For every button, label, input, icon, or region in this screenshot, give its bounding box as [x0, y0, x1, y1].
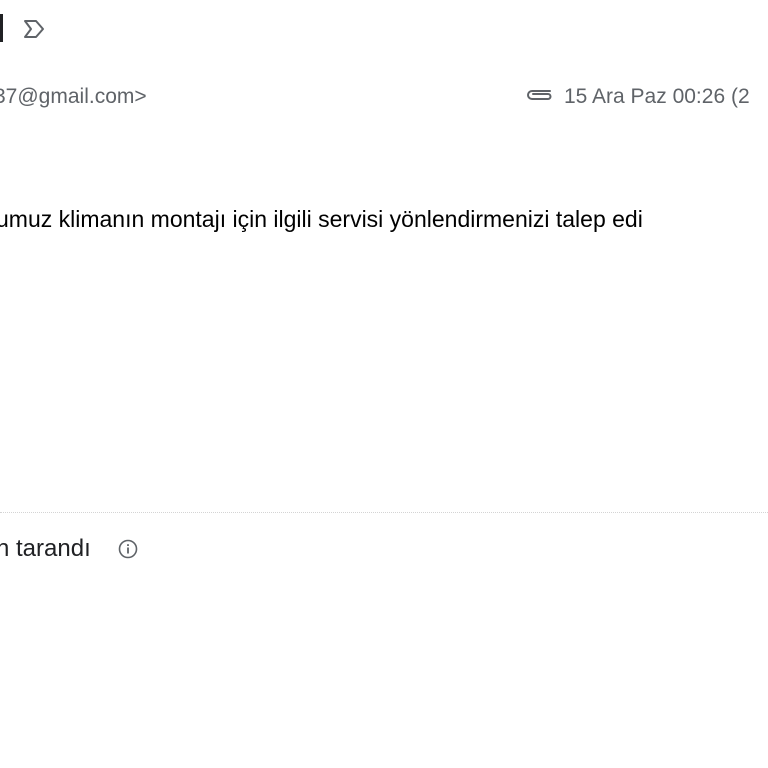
sender-email: 37@gmail.com>	[0, 85, 147, 108]
message-header-bar	[0, 0, 768, 56]
message-date: 15 Ara Paz 00:26 (2	[564, 85, 750, 108]
email-view: 37@gmail.com> 15 Ara Paz 00:26 (2 umuz k…	[0, 0, 768, 768]
sender-row: 37@gmail.com> 15 Ara Paz 00:26 (2	[0, 82, 768, 112]
scan-status-row: n tarandı	[0, 533, 300, 565]
section-divider	[0, 512, 768, 513]
message-body: umuz klimanın montajı için ilgili servis…	[0, 206, 643, 232]
paperclip-icon	[524, 86, 554, 104]
info-circle-icon[interactable]	[117, 538, 139, 560]
scan-status-text: n tarandı	[0, 535, 91, 562]
label-outline-icon[interactable]	[22, 17, 48, 41]
title-edge-marker	[0, 14, 3, 42]
